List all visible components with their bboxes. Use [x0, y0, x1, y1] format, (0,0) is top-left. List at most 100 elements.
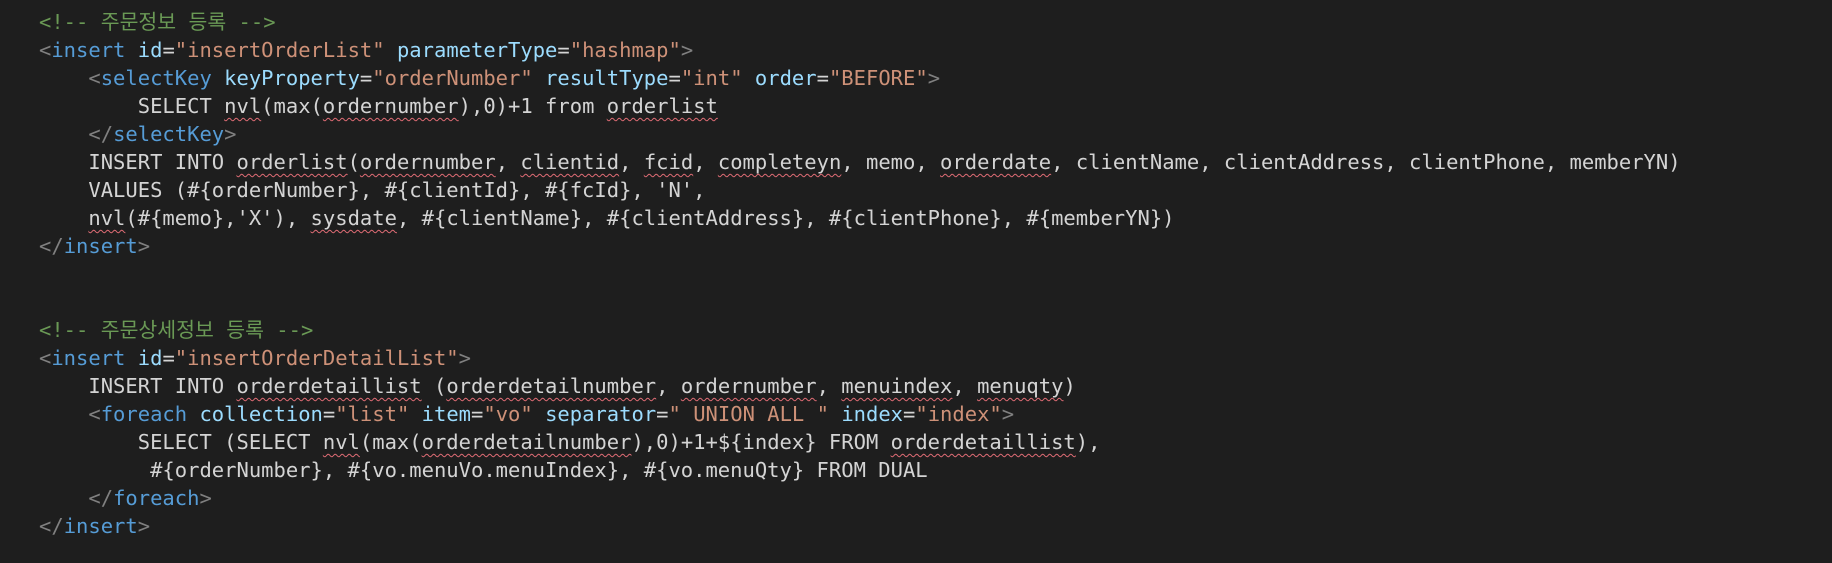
xml-attribute-value: "int" [680, 66, 743, 90]
spellcheck-flagged-word: orderdetailnumber [446, 374, 657, 398]
code-line[interactable]: </insert> [0, 232, 1832, 260]
code-text: , [816, 374, 842, 398]
code-comment: <!-- 주문정보 등록 --> [39, 10, 276, 34]
spellcheck-flagged-word: menuqty [977, 374, 1064, 398]
xml-tag-name: insert [51, 38, 126, 62]
code-line[interactable]: <insert id="insertOrderList" parameterTy… [0, 36, 1832, 64]
code-text: = [656, 402, 669, 426]
code-text: (max( [261, 94, 323, 118]
code-text: = [557, 38, 570, 62]
code-text: = [816, 66, 829, 90]
code-line[interactable] [0, 260, 1832, 288]
xml-attribute-value: "insertOrderList" [174, 38, 385, 62]
code-line[interactable]: </insert> [0, 512, 1832, 540]
spellcheck-flagged-word: orderdetaillist [236, 374, 422, 398]
code-text: , [495, 150, 521, 174]
code-editor[interactable]: <!-- 주문정보 등록 --> <insert id="insertOrderL… [0, 0, 1832, 563]
code-line[interactable]: INSERT INTO orderlist(ordernumber, clien… [0, 148, 1832, 176]
code-line[interactable]: SELECT nvl(max(ordernumber),0)+1 from or… [0, 92, 1832, 120]
code-text: VALUES (#{orderNumber}, #{clientId}, #{f… [39, 178, 706, 202]
spellcheck-flagged-word: sysdate [310, 206, 397, 230]
code-line[interactable]: <!-- 주문상세정보 등록 --> [0, 316, 1832, 344]
xml-tag-name: foreach [100, 402, 188, 426]
spellcheck-flagged-word: ordernumber [680, 374, 817, 398]
xml-attribute-name: id [137, 346, 163, 370]
xml-attribute-name: keyProperty [224, 66, 360, 90]
code-line[interactable]: </foreach> [0, 484, 1832, 512]
xml-attribute-value: "BEFORE" [828, 66, 928, 90]
spellcheck-flagged-word: nvl [224, 94, 262, 118]
code-comment: <!-- 주문상세정보 등록 --> [39, 318, 314, 342]
code-line[interactable]: <selectKey keyProperty="orderNumber" res… [0, 64, 1832, 92]
code-text: SELECT (SELECT [39, 430, 323, 454]
xml-attribute-value: " UNION ALL " [668, 402, 829, 426]
tag-bracket: > [137, 234, 151, 258]
spellcheck-flagged-word: ordernumber [322, 94, 459, 118]
code-line[interactable] [0, 288, 1832, 316]
code-text: ( [421, 374, 447, 398]
xml-attribute-name: item [421, 402, 472, 426]
code-text: ),0)+1 from [458, 94, 607, 118]
code-text: = [471, 402, 484, 426]
xml-tag-name: selectKey [100, 66, 212, 90]
xml-tag-name: selectKey [113, 122, 225, 146]
spellcheck-flagged-word: clientid [520, 150, 620, 174]
xml-attribute-name: index [841, 402, 904, 426]
xml-attribute-name: resultType [545, 66, 669, 90]
code-text: ), [1075, 430, 1101, 454]
xml-tag-name: foreach [113, 486, 200, 510]
tag-bracket: </ [39, 234, 64, 258]
xml-attribute-value: "vo" [483, 402, 533, 426]
tag-bracket: > [680, 38, 694, 62]
xml-attribute-value: "hashmap" [569, 38, 681, 62]
code-text: (max( [359, 430, 422, 454]
xml-tag-name: insert [51, 346, 126, 370]
tag-bracket: </ [88, 486, 114, 510]
code-text: = [162, 346, 175, 370]
xml-attribute-name: id [137, 38, 163, 62]
code-line[interactable]: SELECT (SELECT nvl(max(orderdetailnumber… [0, 428, 1832, 456]
xml-attribute-name: collection [199, 402, 323, 426]
code-text: INSERT INTO [39, 374, 237, 398]
spellcheck-flagged-word: orderdetaillist [890, 430, 1076, 454]
code-text: ( [347, 150, 360, 174]
code-line[interactable]: #{orderNumber}, #{vo.menuVo.menuIndex}, … [0, 456, 1832, 484]
code-text: SELECT [39, 94, 225, 118]
tag-bracket: > [224, 122, 237, 146]
code-text: ) [1063, 374, 1076, 398]
code-text: , [952, 374, 978, 398]
code-text: = [162, 38, 175, 62]
tag-bracket: > [199, 486, 212, 510]
code-text: INSERT INTO [39, 150, 237, 174]
xml-attribute-value: "insertOrderDetailList" [174, 346, 459, 370]
tag-bracket: < [88, 402, 101, 426]
code-line[interactable]: nvl(#{memo},'X'), sysdate, #{clientName}… [0, 204, 1832, 232]
code-text: , [656, 374, 681, 398]
code-line[interactable]: <insert id="insertOrderDetailList"> [0, 344, 1832, 372]
code-line[interactable]: VALUES (#{orderNumber}, #{clientId}, #{f… [0, 176, 1832, 204]
tag-bracket: < [39, 38, 52, 62]
spellcheck-flagged-word: nvl [322, 430, 360, 454]
xml-attribute-name: order [754, 66, 817, 90]
tag-bracket: </ [88, 122, 114, 146]
tag-bracket: </ [39, 514, 64, 538]
code-text: , clientName, clientAddress, clientPhone… [1051, 150, 1681, 174]
tag-bracket: < [88, 66, 101, 90]
xml-tag-name: insert [63, 234, 138, 258]
code-line[interactable]: </selectKey> [0, 120, 1832, 148]
code-line[interactable]: <!-- 주문정보 등록 --> [0, 8, 1832, 36]
spellcheck-flagged-word: orderdetailnumber [421, 430, 632, 454]
code-line[interactable]: INSERT INTO orderdetaillist (orderdetail… [0, 372, 1832, 400]
code-text: , memo, [841, 150, 941, 174]
spellcheck-flagged-word: fcid [643, 150, 694, 174]
spellcheck-flagged-word: nvl [88, 206, 126, 230]
code-line[interactable]: <foreach collection="list" item="vo" sep… [0, 400, 1832, 428]
